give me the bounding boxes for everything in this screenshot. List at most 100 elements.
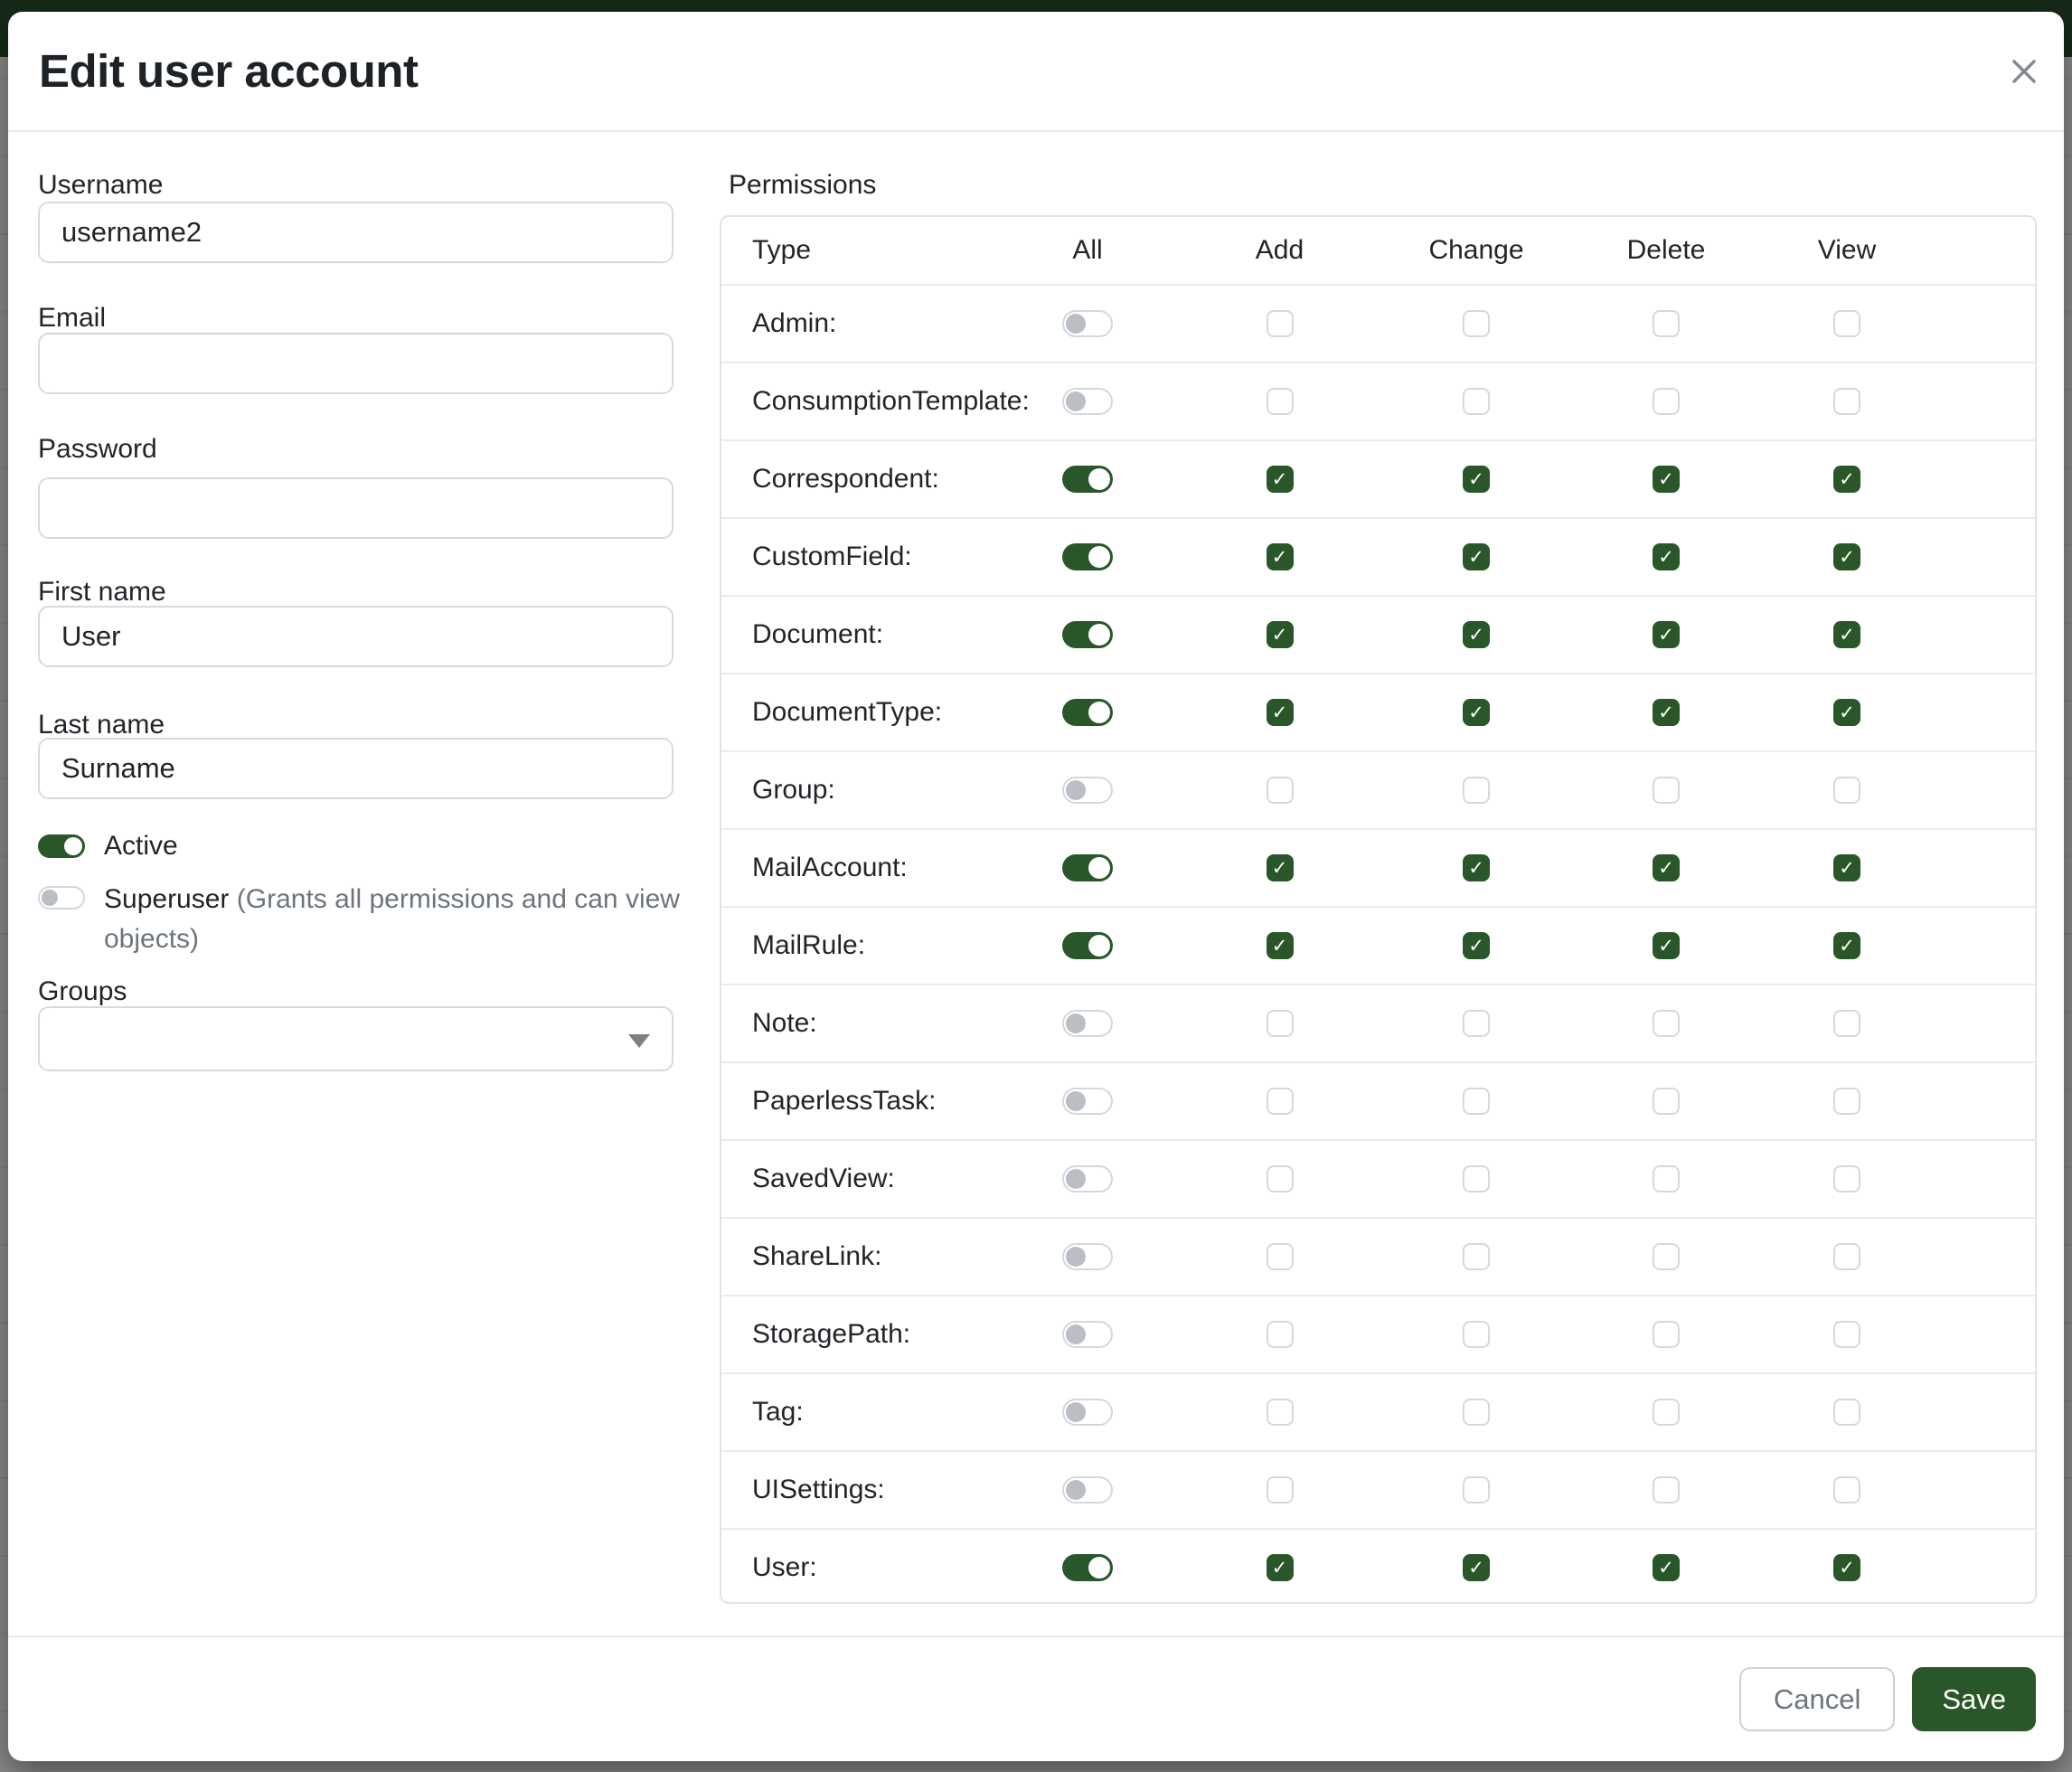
permission-view-checkbox[interactable] — [1833, 1399, 1860, 1426]
permission-all-toggle[interactable] — [1062, 1010, 1113, 1037]
permission-view-checkbox[interactable] — [1833, 621, 1860, 648]
email-field[interactable] — [38, 333, 673, 394]
permission-all-toggle[interactable] — [1062, 1088, 1113, 1115]
permission-add-checkbox[interactable] — [1267, 1554, 1294, 1581]
active-toggle[interactable] — [38, 834, 85, 858]
permission-view-checkbox[interactable] — [1833, 1243, 1860, 1270]
permission-all-toggle[interactable] — [1062, 854, 1113, 881]
permission-view-checkbox[interactable] — [1833, 543, 1860, 570]
permission-delete-checkbox[interactable] — [1653, 699, 1680, 726]
permission-add-checkbox[interactable] — [1267, 466, 1294, 493]
permission-delete-checkbox[interactable] — [1653, 388, 1680, 415]
permission-type-label: UISettings: — [721, 1475, 993, 1505]
permission-delete-checkbox[interactable] — [1653, 777, 1680, 804]
permission-all-toggle[interactable] — [1062, 777, 1113, 804]
permission-delete-checkbox[interactable] — [1653, 932, 1680, 959]
permission-all-toggle[interactable] — [1062, 466, 1113, 493]
permission-view-checkbox[interactable] — [1833, 1165, 1860, 1192]
permission-add-checkbox[interactable] — [1267, 1088, 1294, 1115]
close-button[interactable] — [2004, 52, 2044, 91]
permission-add-checkbox[interactable] — [1267, 543, 1294, 570]
permission-all-toggle[interactable] — [1062, 1321, 1113, 1348]
permission-add-checkbox[interactable] — [1267, 1476, 1294, 1503]
permission-change-checkbox[interactable] — [1463, 1243, 1490, 1270]
permission-delete-checkbox[interactable] — [1653, 310, 1680, 337]
permission-change-checkbox[interactable] — [1463, 1554, 1490, 1581]
permission-delete-checkbox[interactable] — [1653, 543, 1680, 570]
username-input[interactable] — [38, 202, 673, 263]
permission-view-checkbox[interactable] — [1833, 1088, 1860, 1115]
permission-all-toggle[interactable] — [1062, 543, 1113, 570]
permission-all-toggle[interactable] — [1062, 699, 1113, 726]
permission-change-checkbox[interactable] — [1463, 932, 1490, 959]
permission-view-checkbox[interactable] — [1833, 466, 1860, 493]
permission-delete-checkbox[interactable] — [1653, 1554, 1680, 1581]
permission-view-checkbox[interactable] — [1833, 388, 1860, 415]
permission-change-checkbox[interactable] — [1463, 621, 1490, 648]
permission-view-checkbox[interactable] — [1833, 1476, 1860, 1503]
permission-all-toggle[interactable] — [1062, 1554, 1113, 1581]
permission-add-checkbox[interactable] — [1267, 1243, 1294, 1270]
permission-type-label: StoragePath: — [721, 1319, 993, 1350]
permission-all-toggle[interactable] — [1062, 1476, 1113, 1503]
permission-add-checkbox[interactable] — [1267, 777, 1294, 804]
permission-delete-checkbox[interactable] — [1653, 1321, 1680, 1348]
permission-delete-checkbox[interactable] — [1653, 1399, 1680, 1426]
permission-change-checkbox[interactable] — [1463, 1399, 1490, 1426]
permission-delete-checkbox[interactable] — [1653, 854, 1680, 881]
permission-change-checkbox[interactable] — [1463, 310, 1490, 337]
permission-view-checkbox[interactable] — [1833, 777, 1860, 804]
permission-change-checkbox[interactable] — [1463, 1321, 1490, 1348]
permission-all-toggle[interactable] — [1062, 1399, 1113, 1426]
save-button[interactable]: Save — [1912, 1667, 2036, 1731]
permission-add-checkbox[interactable] — [1267, 1165, 1294, 1192]
permission-view-checkbox[interactable] — [1833, 1010, 1860, 1037]
permission-add-checkbox[interactable] — [1267, 621, 1294, 648]
permission-add-checkbox[interactable] — [1267, 388, 1294, 415]
permission-all-toggle[interactable] — [1062, 1243, 1113, 1270]
permission-all-toggle[interactable] — [1062, 932, 1113, 959]
permission-all-toggle[interactable] — [1062, 388, 1113, 415]
edit-user-modal: Edit user account Username Email Passwor… — [8, 12, 2064, 1761]
permission-delete-checkbox[interactable] — [1653, 621, 1680, 648]
permission-delete-checkbox[interactable] — [1653, 466, 1680, 493]
permission-all-toggle[interactable] — [1062, 310, 1113, 337]
last-name-field[interactable] — [38, 738, 673, 799]
permission-delete-checkbox[interactable] — [1653, 1243, 1680, 1270]
permission-change-checkbox[interactable] — [1463, 854, 1490, 881]
permission-change-checkbox[interactable] — [1463, 543, 1490, 570]
permission-view-checkbox[interactable] — [1833, 310, 1860, 337]
permission-change-checkbox[interactable] — [1463, 388, 1490, 415]
permission-view-checkbox[interactable] — [1833, 854, 1860, 881]
permission-view-checkbox[interactable] — [1833, 1554, 1860, 1581]
permission-change-checkbox[interactable] — [1463, 1476, 1490, 1503]
permission-change-checkbox[interactable] — [1463, 466, 1490, 493]
permission-change-checkbox[interactable] — [1463, 1010, 1490, 1037]
permission-view-checkbox[interactable] — [1833, 1321, 1860, 1348]
permission-change-checkbox[interactable] — [1463, 777, 1490, 804]
permission-add-checkbox[interactable] — [1267, 932, 1294, 959]
permission-delete-checkbox[interactable] — [1653, 1476, 1680, 1503]
permission-add-checkbox[interactable] — [1267, 310, 1294, 337]
permission-add-checkbox[interactable] — [1267, 1399, 1294, 1426]
toggle-knob — [1088, 546, 1110, 568]
permission-delete-checkbox[interactable] — [1653, 1010, 1680, 1037]
superuser-toggle[interactable] — [38, 886, 85, 910]
permission-all-toggle[interactable] — [1062, 1165, 1113, 1192]
groups-select[interactable] — [38, 1006, 673, 1071]
permission-delete-checkbox[interactable] — [1653, 1088, 1680, 1115]
permission-change-checkbox[interactable] — [1463, 1165, 1490, 1192]
permission-view-checkbox[interactable] — [1833, 932, 1860, 959]
permission-add-checkbox[interactable] — [1267, 854, 1294, 881]
permission-add-checkbox[interactable] — [1267, 699, 1294, 726]
permission-change-checkbox[interactable] — [1463, 1088, 1490, 1115]
cancel-button[interactable]: Cancel — [1739, 1667, 1896, 1731]
permission-delete-checkbox[interactable] — [1653, 1165, 1680, 1192]
password-field[interactable] — [38, 477, 673, 539]
permission-add-checkbox[interactable] — [1267, 1321, 1294, 1348]
permission-add-checkbox[interactable] — [1267, 1010, 1294, 1037]
permission-change-checkbox[interactable] — [1463, 699, 1490, 726]
first-name-field[interactable] — [38, 606, 673, 667]
permission-view-checkbox[interactable] — [1833, 699, 1860, 726]
permission-all-toggle[interactable] — [1062, 621, 1113, 648]
